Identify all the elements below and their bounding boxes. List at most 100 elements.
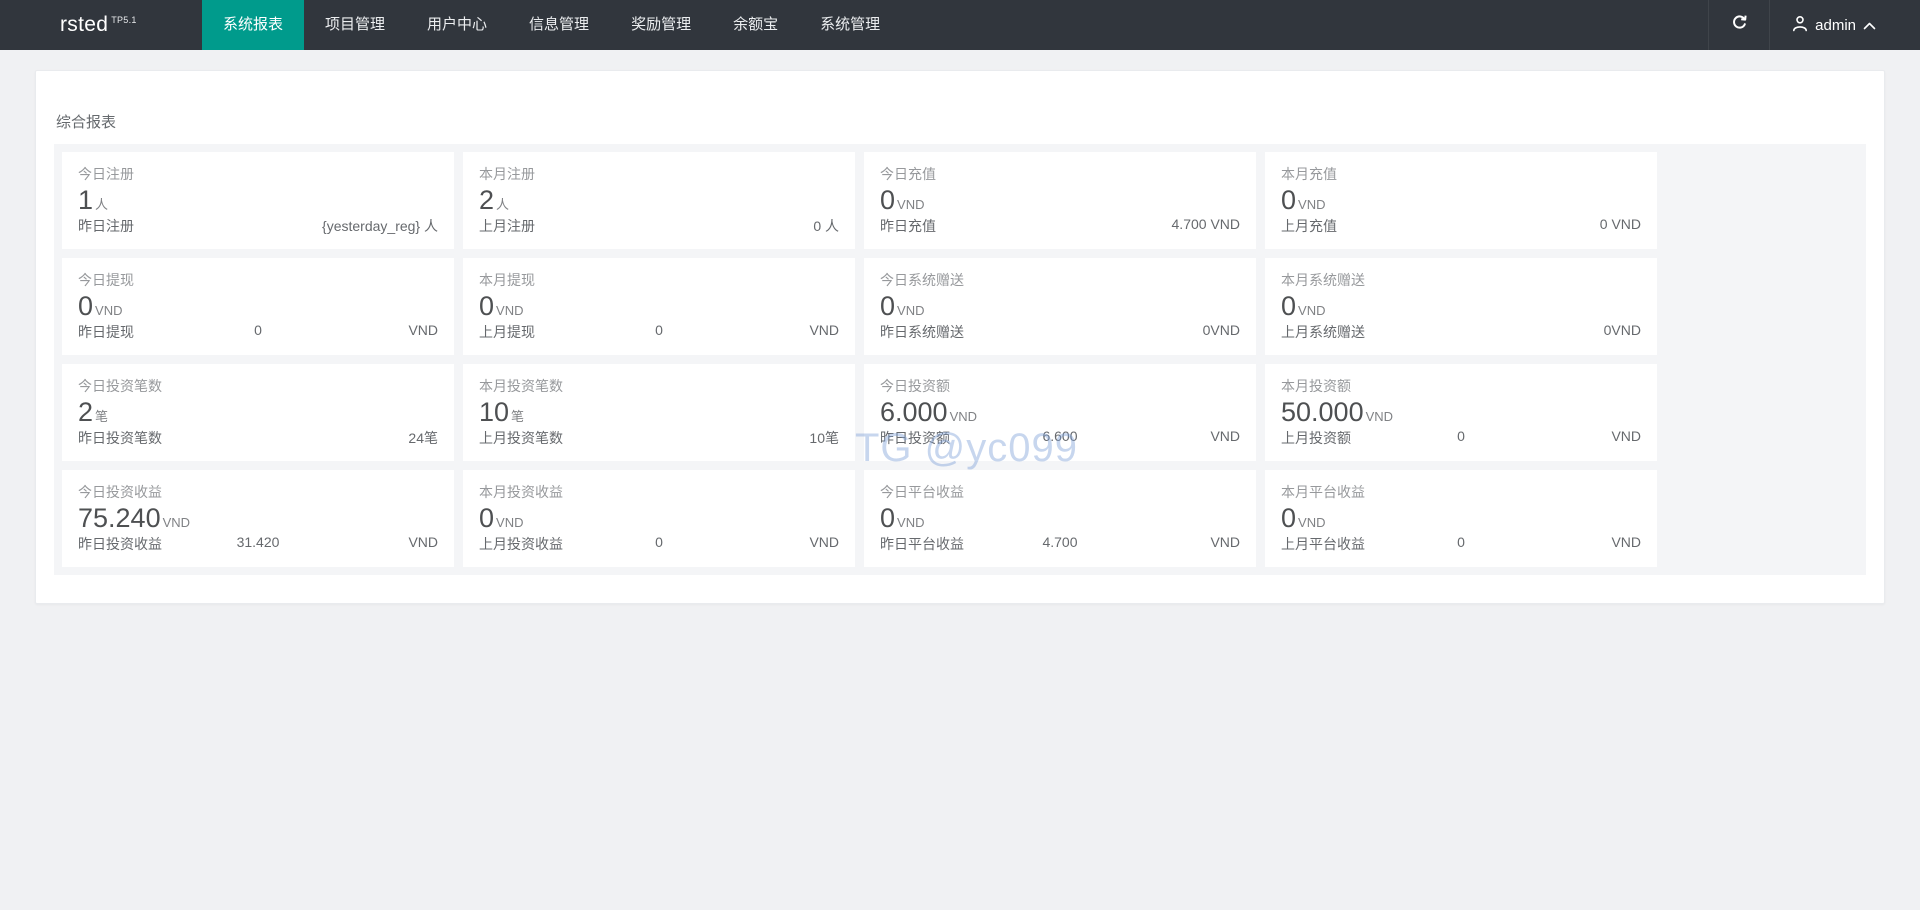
nav-tab-system-report[interactable]: 系统报表 [202, 0, 305, 50]
stat-label: 今日平台收益 [880, 484, 964, 500]
logo-text: rsted [60, 13, 109, 36]
stat-prev-line: 昨日注册 {yesterday_reg} 人 [78, 218, 438, 234]
stat-card-month-register: 本月注册 2人 上月注册 0 人 [463, 152, 855, 249]
stat-label: 本月投资收益 [479, 484, 563, 500]
stat-value: 0 VND [880, 502, 925, 533]
stat-unit: VND [1298, 514, 1326, 530]
nav-tab-info-manage[interactable]: 信息管理 [508, 0, 610, 50]
stat-prev-line: 上月提现 0 VND [479, 322, 839, 340]
stat-label: 本月充值 [1281, 166, 1337, 182]
stat-value: 0 VND [1281, 290, 1326, 321]
stat-value: 0 VND [479, 502, 524, 533]
nav-tab-yuebao[interactable]: 余额宝 [712, 0, 799, 50]
stat-value: 10 笔 [479, 396, 525, 427]
stat-unit: VND [897, 196, 925, 212]
stat-label: 本月投资笔数 [479, 378, 563, 394]
stat-value: 0 VND [880, 290, 925, 321]
stat-value: 2笔 [78, 396, 109, 427]
stat-prev-line: 昨日投资笔数 24笔 [78, 430, 438, 446]
stat-prev-line: 上月注册 0 人 [479, 218, 839, 234]
stat-label: 今日充值 [880, 166, 936, 182]
stat-card-month-recharge: 本月充值 0 VND 上月充值 0 VND [1265, 152, 1657, 249]
stat-unit: 人 [496, 196, 510, 212]
stat-value: 0 VND [479, 290, 524, 321]
stat-unit: VND [496, 302, 524, 318]
stats-grid-wrapper: 今日注册 1人 昨日注册 {yesterday_reg} 人 本月注册 2人 上… [54, 144, 1866, 575]
stat-prev-line: 昨日投资额 6.600 VND [880, 428, 1240, 446]
stat-card-month-platform-profit: 本月平台收益 0 VND 上月平台收益 0 VND [1265, 470, 1657, 567]
stat-unit: 笔 [95, 408, 109, 424]
user-menu[interactable]: admin [1770, 0, 1920, 50]
refresh-button[interactable] [1708, 0, 1771, 50]
username: admin [1815, 16, 1856, 34]
stat-label: 本月平台收益 [1281, 484, 1365, 500]
stat-label: 今日投资笔数 [78, 378, 162, 394]
stat-prev-line: 昨日提现 0 VND [78, 322, 438, 340]
stat-card-today-withdraw: 今日提现 0 VND 昨日提现 0 VND [62, 258, 454, 355]
stat-card-today-recharge: 今日充值 0 VND 昨日充值 4.700 VND [864, 152, 1256, 249]
nav-tab-system-manage[interactable]: 系统管理 [799, 0, 901, 50]
nav-tab-user-center[interactable]: 用户中心 [406, 0, 508, 50]
stat-card-month-withdraw: 本月提现 0 VND 上月提现 0 VND [463, 258, 855, 355]
stat-value: 50.000 VND [1281, 396, 1394, 427]
main-menu: 系统报表 项目管理 用户中心 信息管理 奖励管理 余额宝 系统管理 [202, 0, 901, 50]
stat-prev-line: 上月平台收益 0 VND [1281, 534, 1641, 552]
stat-unit: 笔 [511, 408, 525, 424]
stat-label: 今日注册 [78, 166, 134, 182]
stat-unit: VND [1365, 408, 1394, 424]
app-logo: rsted TP5.1 [60, 0, 202, 50]
stat-card-month-invest-amount: 本月投资额 50.000 VND 上月投资额 0 VND [1265, 364, 1657, 461]
stat-value: 0 VND [880, 184, 925, 215]
logo-version: TP5.1 [111, 15, 137, 25]
stat-card-today-system-gift: 今日系统赠送 0 VND 昨日系统赠送 0VND [864, 258, 1256, 355]
stat-value: 1人 [78, 184, 109, 215]
refresh-icon [1731, 14, 1748, 36]
stat-card-month-invest-count: 本月投资笔数 10 笔 上月投资笔数 10笔 [463, 364, 855, 461]
stat-prev-line: 上月投资额 0 VND [1281, 428, 1641, 446]
stat-card-month-system-gift: 本月系统赠送 0 VND 上月系统赠送 0VND [1265, 258, 1657, 355]
stat-prev-line: 上月投资收益 0 VND [479, 534, 839, 552]
stat-value: 0 VND [78, 290, 123, 321]
stat-value: 6.000 VND [880, 396, 978, 427]
stats-grid: 今日注册 1人 昨日注册 {yesterday_reg} 人 本月注册 2人 上… [62, 152, 1858, 567]
stat-prev-line: 昨日平台收益 4.700 VND [880, 534, 1240, 552]
stat-label: 本月系统赠送 [1281, 272, 1365, 288]
stat-unit: 人 [95, 196, 109, 212]
stat-prev-line: 昨日投资收益 31.420 VND [78, 534, 438, 552]
navbar-right: admin [1708, 0, 1920, 50]
report-title: 综合报表 [56, 114, 117, 131]
chevron-up-icon [1863, 17, 1876, 34]
nav-tab-reward-manage[interactable]: 奖励管理 [610, 0, 712, 50]
stat-label: 本月投资额 [1281, 378, 1351, 394]
stat-unit: VND [897, 514, 925, 530]
stat-label: 今日系统赠送 [880, 272, 964, 288]
main-panel: 综合报表 今日注册 1人 昨日注册 {yesterday_reg} 人 本月注册… [35, 70, 1885, 604]
stat-unit: VND [496, 514, 524, 530]
top-navbar: rsted TP5.1 系统报表 项目管理 用户中心 信息管理 奖励管理 余额宝… [0, 0, 1920, 50]
stat-unit: VND [95, 302, 123, 318]
stat-unit: VND [162, 514, 191, 530]
stat-card-today-invest-count: 今日投资笔数 2笔 昨日投资笔数 24笔 [62, 364, 454, 461]
stat-label: 本月提现 [479, 272, 535, 288]
nav-tab-project-manage[interactable]: 项目管理 [304, 0, 406, 50]
stat-card-month-invest-profit: 本月投资收益 0 VND 上月投资收益 0 VND [463, 470, 855, 567]
stat-value: 2人 [479, 184, 510, 215]
stat-card-today-invest-amount: 今日投资额 6.000 VND 昨日投资额 6.600 VND [864, 364, 1256, 461]
stat-unit: VND [949, 408, 978, 424]
stat-label: 今日投资额 [880, 378, 950, 394]
stat-card-today-invest-profit: 今日投资收益 75.240 VND 昨日投资收益 31.420 VND [62, 470, 454, 567]
stat-unit: VND [1298, 196, 1326, 212]
stat-card-today-platform-profit: 今日平台收益 0 VND 昨日平台收益 4.700 VND [864, 470, 1256, 567]
stat-value: 0 VND [1281, 502, 1326, 533]
stat-value: 0 VND [1281, 184, 1326, 215]
stat-prev-line: 上月充值 0 VND [1281, 216, 1641, 234]
stat-label: 今日提现 [78, 272, 134, 288]
stat-value: 75.240 VND [78, 502, 191, 533]
stat-card-today-register: 今日注册 1人 昨日注册 {yesterday_reg} 人 [62, 152, 454, 249]
stat-prev-line: 上月投资笔数 10笔 [479, 430, 839, 446]
stat-label: 本月注册 [479, 166, 535, 182]
stat-prev-line: 昨日充值 4.700 VND [880, 216, 1240, 234]
stat-label: 今日投资收益 [78, 484, 162, 500]
user-icon [1792, 15, 1808, 36]
stat-prev-line: 上月系统赠送 0VND [1281, 322, 1641, 340]
